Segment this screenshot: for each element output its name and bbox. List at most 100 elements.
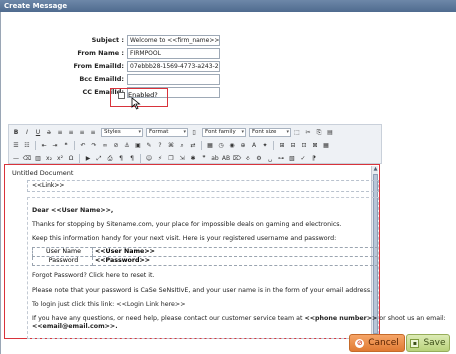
delete-row-icon[interactable]: ▦	[321, 141, 331, 151]
insert-row-icon[interactable]: ⊠	[310, 141, 320, 151]
paste-icon[interactable]: ▤	[325, 128, 335, 138]
case-note-text: Please note that your password is CaSe S…	[32, 287, 373, 294]
enabled-checkbox[interactable]	[118, 91, 125, 99]
document-title: Untitled Document	[12, 169, 74, 177]
emoticon-icon[interactable]: ☺	[144, 154, 154, 164]
preview-icon[interactable]: ◉	[227, 141, 237, 151]
keep-info-text: Keep this information handy for your nex…	[32, 235, 337, 242]
underline-icon[interactable]: U	[33, 128, 43, 138]
align-center-icon[interactable]: ≡	[66, 128, 76, 138]
nonbreaking-icon[interactable]: ␣	[265, 154, 275, 164]
spellcheck-icon[interactable]: ✓	[298, 154, 308, 164]
username-label: User Name	[32, 247, 93, 257]
outdent-icon[interactable]: ⇤	[39, 141, 49, 151]
replace-icon[interactable]: ⇄	[188, 141, 198, 151]
email-body[interactable]: Dear <<User Name>>, Thanks for stopping …	[27, 197, 446, 339]
remove-format-icon[interactable]: ⌫	[22, 154, 32, 164]
align-left-icon[interactable]: ≡	[55, 128, 65, 138]
ltr-icon[interactable]: ¶	[116, 154, 126, 164]
select-all-icon[interactable]: ⬚	[292, 128, 302, 138]
new-document-icon[interactable]: ▯	[189, 128, 199, 138]
toolbar-separator	[140, 154, 141, 163]
insert-time-icon[interactable]: ◷	[216, 141, 226, 151]
abbreviation-icon[interactable]: ab	[210, 154, 220, 164]
rtl-icon[interactable]: ¶	[127, 154, 137, 164]
redo-icon[interactable]: ↷	[89, 141, 99, 151]
cell-props-icon[interactable]: ⊡	[299, 141, 309, 151]
cancel-label: Cancel	[368, 338, 399, 348]
flash-icon[interactable]: ⚡	[155, 154, 165, 164]
save-icon: ▪	[410, 338, 420, 348]
attribs-icon[interactable]: ⚙	[254, 154, 264, 164]
dialog-title: Create Message	[0, 0, 456, 12]
fullscreen-icon[interactable]: ⤢	[94, 154, 104, 164]
print-icon[interactable]: ⎙	[105, 154, 115, 164]
zoom-icon[interactable]: ⊕	[238, 141, 248, 151]
editor-toolbar: B I U a̶ ≡ ≡ ≡ ≡ Styles Format ▯ Font fa…	[8, 124, 382, 164]
superscript-icon[interactable]: x²	[55, 154, 65, 164]
bullet-list-icon[interactable]: ☰	[11, 141, 21, 151]
save-label: Save	[423, 338, 446, 348]
login-link[interactable]: <<Login Link here>>	[116, 301, 185, 308]
bold-icon[interactable]: B	[11, 128, 21, 138]
table-row: User Name <<User Name>>	[32, 247, 378, 257]
search-icon[interactable]: ⌕	[177, 141, 187, 151]
undo-icon[interactable]: ↶	[78, 141, 88, 151]
font-family-select[interactable]: Font family	[202, 128, 246, 137]
acronym-icon[interactable]: AB	[221, 154, 231, 164]
page-break-icon[interactable]: ⊶	[276, 154, 286, 164]
horizontal-rule-icon[interactable]: —	[11, 154, 21, 164]
link-icon[interactable]: ∞	[100, 141, 110, 151]
format-select[interactable]: Format	[146, 128, 188, 137]
visual-chars-icon[interactable]: ⁋	[309, 154, 319, 164]
html-source-icon[interactable]: ⌘	[166, 141, 176, 151]
greeting-text: Dear <<User Name>>,	[32, 207, 114, 214]
template-icon[interactable]: ▧	[287, 154, 297, 164]
image-icon[interactable]: ▣	[133, 141, 143, 151]
indent-icon[interactable]: ⇥	[50, 141, 60, 151]
citation-icon[interactable]: ❞	[199, 154, 209, 164]
align-justify-icon[interactable]: ≡	[88, 128, 98, 138]
help-icon[interactable]: ?	[155, 141, 165, 151]
thanks-text: Thanks for stopping by Sitename.com, you…	[32, 221, 342, 228]
from-emailid-input[interactable]: 07ebbb28-1569-4773-a243-252e	[127, 60, 220, 72]
italic-icon[interactable]: I	[22, 128, 32, 138]
unlink-icon[interactable]: ⊘	[111, 141, 121, 151]
cut-icon[interactable]: ✂	[303, 128, 313, 138]
text-color-icon[interactable]: A	[249, 141, 259, 151]
styles-select[interactable]: Styles	[101, 128, 143, 137]
link-placeholder[interactable]: <<Link>>	[27, 180, 379, 192]
subject-input[interactable]: Welcome to <<firm_name>>	[127, 34, 220, 46]
scroll-up-icon[interactable]: ▲	[372, 166, 379, 172]
toolbar-separator	[273, 141, 274, 150]
blockquote-icon[interactable]: ❝	[61, 141, 71, 151]
cleanup-icon[interactable]: ✎	[144, 141, 154, 151]
strikethrough-icon[interactable]: a̶	[44, 128, 54, 138]
username-value: <<User Name>>	[92, 247, 378, 257]
anchor-icon[interactable]: ⚓	[122, 141, 132, 151]
deletion-icon[interactable]: ⌦	[232, 154, 242, 164]
save-button[interactable]: ▪ Save	[406, 334, 450, 352]
bcc-emailid-input[interactable]	[127, 73, 220, 85]
toolbar-row-3: — ⌫ ▥ x₂ x² Ω ▶ ⤢ ⎙ ¶ ¶ ☺ ⚡ ❐ ⇲ ✱ ❞ ab A…	[11, 153, 319, 164]
special-char-icon[interactable]: Ω	[66, 154, 76, 164]
numbered-list-icon[interactable]: ☷	[22, 141, 32, 151]
background-color-icon[interactable]: ✦	[260, 141, 270, 151]
row-props-icon[interactable]: ⊟	[288, 141, 298, 151]
subscript-icon[interactable]: x₂	[44, 154, 54, 164]
font-size-select[interactable]: Font size	[249, 128, 291, 137]
table-icon[interactable]: ⊞	[277, 141, 287, 151]
layer-icon[interactable]: ❐	[166, 154, 176, 164]
insert-date-icon[interactable]: ▦	[205, 141, 215, 151]
abs-position-icon[interactable]: ⇲	[177, 154, 187, 164]
cancel-button[interactable]: ⊘ Cancel	[349, 334, 405, 352]
toolbar-separator	[74, 141, 75, 150]
media-icon[interactable]: ▶	[83, 154, 93, 164]
visual-aid-icon[interactable]: ▥	[33, 154, 43, 164]
align-right-icon[interactable]: ≡	[77, 128, 87, 138]
style-props-icon[interactable]: ✱	[188, 154, 198, 164]
password-label: Password	[32, 256, 93, 266]
copy-icon[interactable]: ⎘	[314, 128, 324, 138]
from-name-input[interactable]: FIRMPOOL	[127, 47, 220, 59]
insertion-icon[interactable]: ⎀	[243, 154, 253, 164]
